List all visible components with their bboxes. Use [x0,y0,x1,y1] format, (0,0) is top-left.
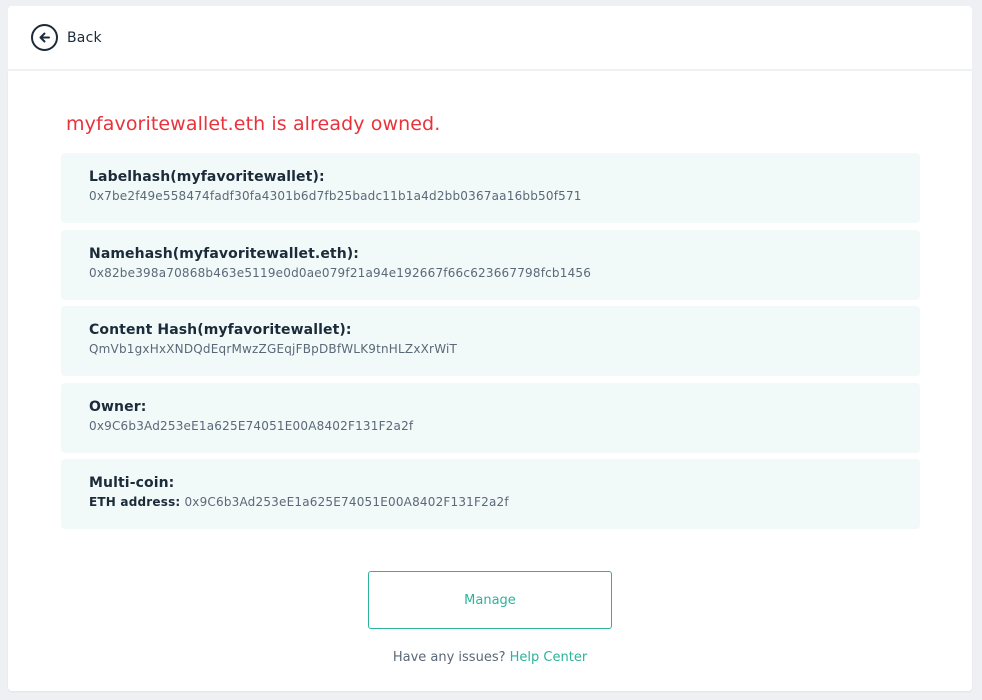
labelhash-card: Labelhash(myfavoritewallet): 0x7be2f49e5… [61,153,920,223]
labelhash-title: Labelhash(myfavoritewallet): [89,169,325,185]
eth-address-label: ETH address: [89,495,181,509]
content-hash-value: QmVb1gxHxXNDQdEqrMwzZGEqjFBpDBfWLK9tnHLZ… [89,342,458,356]
owner-value: 0x9C6b3Ad253eE1a625E74051E00A8402F131F2a… [89,419,414,433]
owner-title: Owner: [89,399,147,415]
labelhash-value: 0x7be2f49e558474fadf30fa4301b6d7fb25badc… [89,189,582,203]
content-hash-card: Content Hash(myfavoritewallet): QmVb1gxH… [61,306,920,376]
multi-coin-card: Multi-coin: ETH address: 0x9C6b3Ad253eE1… [61,459,920,529]
eth-address-value: 0x9C6b3Ad253eE1a625E74051E00A8402F131F2a… [184,495,509,509]
namehash-card: Namehash(myfavoritewallet.eth): 0x82be39… [61,230,920,300]
main-panel: myfavoritewallet.eth is already owned. L… [8,71,972,691]
multi-coin-title: Multi-coin: [89,475,175,491]
content-hash-title: Content Hash(myfavoritewallet): [89,322,352,338]
arrow-left-circle-icon[interactable] [31,24,58,51]
namehash-value: 0x82be398a70868b463e5119e0d0ae079f21a94e… [89,266,592,280]
eth-address-row: ETH address: 0x9C6b3Ad253eE1a625E74051E0… [89,495,892,509]
manage-button[interactable]: Manage [368,571,612,629]
owner-card: Owner: 0x9C6b3Ad253eE1a625E74051E00A8402… [61,383,920,453]
back-button[interactable]: Back [31,24,102,51]
help-center-link[interactable]: Help Center [510,650,588,665]
back-label[interactable]: Back [67,30,102,46]
namehash-title: Namehash(myfavoritewallet.eth): [89,246,359,262]
help-line: Have any issues? Help Center [8,650,972,665]
top-bar: Back [8,6,972,69]
help-text: Have any issues? [392,650,506,665]
ownership-status-headline: myfavoritewallet.eth is already owned. [66,113,441,135]
